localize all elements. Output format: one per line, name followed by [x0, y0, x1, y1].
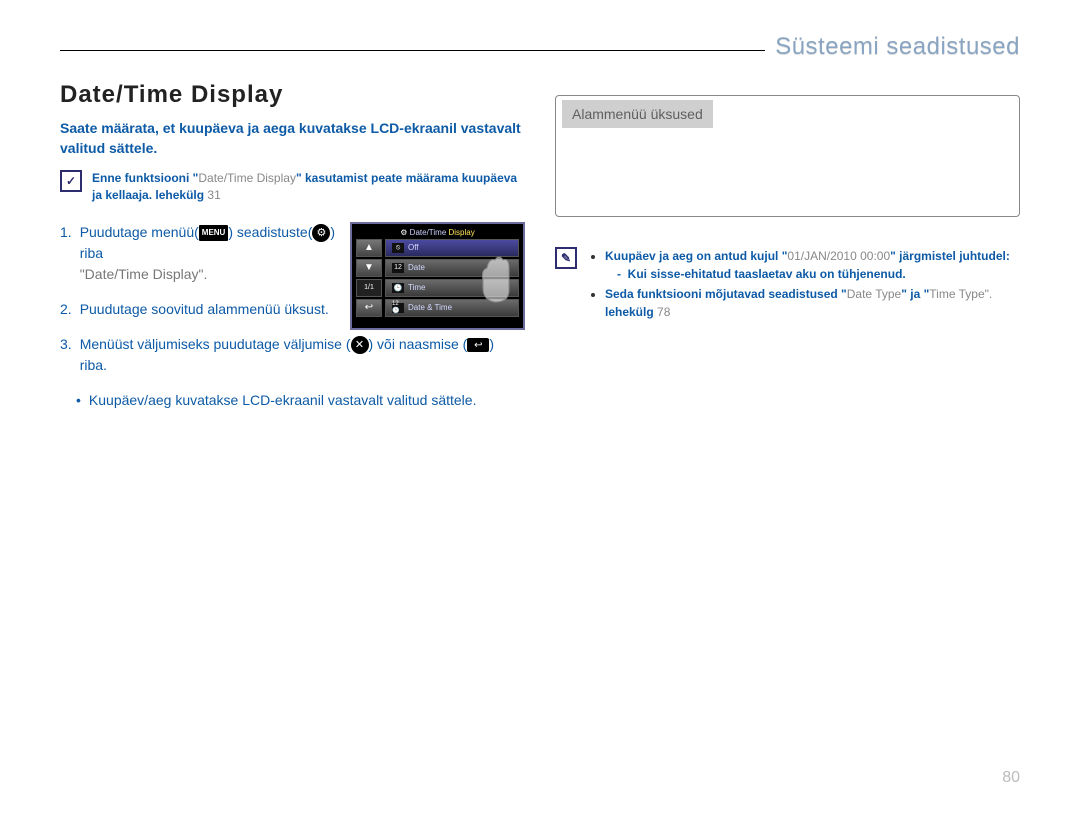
page-title: Date/Time Display [60, 81, 525, 109]
precheck-term: Date/Time Display [198, 171, 296, 185]
precheck-pagelabel: lehekülg [155, 188, 204, 202]
step1-a: Puudutage menüü( [80, 224, 199, 240]
rn2-page: 78 [657, 305, 670, 319]
step3-b: ) või naasmise ( [369, 336, 468, 352]
header-rule: Süsteemi seadistused [60, 50, 1020, 51]
shot-r2-label: Date [408, 263, 425, 272]
rn1-b: " järgmistel juhtudel: [890, 249, 1010, 263]
shot-r2-icon: 12 [392, 263, 404, 273]
step3-a: Menüüst väljumiseks puudutage väljumise … [80, 336, 351, 352]
precheck-note: ✓ Enne funktsiooni "Date/Time Display" k… [60, 170, 525, 204]
shot-r3-label: Time [408, 283, 425, 292]
shot-r3-icon: 🕒 [392, 283, 404, 293]
step2-num: 2. [60, 299, 72, 320]
shot-counter: 1/1 [356, 279, 382, 297]
page-number: 80 [1002, 769, 1020, 787]
pencil-icon: ✎ [555, 247, 577, 269]
submenu-box: Alammenüü üksused [555, 95, 1020, 217]
shot-down-icon: ▼ [356, 259, 382, 277]
shot-up-icon: ▲ [356, 239, 382, 257]
step1-term: Date/Time Display [85, 266, 199, 282]
shot-r4-label: Date & Time [408, 303, 452, 312]
step3-num: 3. [60, 334, 72, 376]
precheck-a: Enne funktsiooni " [92, 171, 198, 185]
rn2-mid: " ja " [901, 287, 929, 301]
step1-num: 1. [60, 222, 72, 285]
rn2-pagelabel: lehekülg [605, 305, 654, 319]
step1-b: ) seadistuste( [228, 224, 312, 240]
rn2-t1: Date Type [847, 287, 901, 301]
shot-back-icon: ↩ [356, 299, 382, 317]
step2-text: Puudutage soovitud alammenüü üksust. [80, 299, 340, 320]
rn2-a: Seda funktsiooni mõjutavad seadistused " [605, 287, 847, 301]
device-screenshot: ⚙ Date/Time Display ▲ ⦸Off ▼ 12Date 1/1 … [350, 222, 525, 330]
rn2-b: ". [985, 287, 993, 301]
step1-qc: ". [199, 266, 208, 282]
shot-r4-icon: 12🕒 [392, 303, 404, 313]
rn1-sub: Kui sisse-ehitatud taaslaetav aku on tüh… [628, 267, 906, 281]
section-title: Süsteemi seadistused [765, 33, 1020, 61]
right-notes: ✎ Kuupäev ja aeg on antud kujul "01/JAN/… [555, 247, 1020, 323]
submenu-heading: Alammenüü üksused [562, 100, 713, 128]
shot-title-a: Date/Time [410, 228, 449, 237]
rn1-a: Kuupäev ja aeg on antud kujul " [605, 249, 787, 263]
rn1-dash: - [617, 267, 628, 281]
shot-title-b: Display [449, 228, 475, 237]
rn2-t2: Time Type [929, 287, 984, 301]
close-icon: ✕ [351, 336, 369, 354]
gear-icon: ⚙ [312, 224, 330, 242]
check-icon: ✓ [60, 170, 82, 192]
precheck-page: 31 [207, 188, 220, 202]
menu-icon: MENU [199, 225, 229, 241]
return-icon: ↩ [467, 338, 489, 352]
shot-r1-label: Off [408, 243, 419, 252]
step-bullet: Kuupäev/aeg kuvatakse LCD-ekraanil vasta… [76, 390, 476, 411]
shot-r1-icon: ⦸ [392, 243, 404, 253]
rn1-term: 01/JAN/2010 00:00 [787, 249, 890, 263]
lead-text: Saate määrata, et kuupäeva ja aega kuvat… [60, 119, 525, 158]
